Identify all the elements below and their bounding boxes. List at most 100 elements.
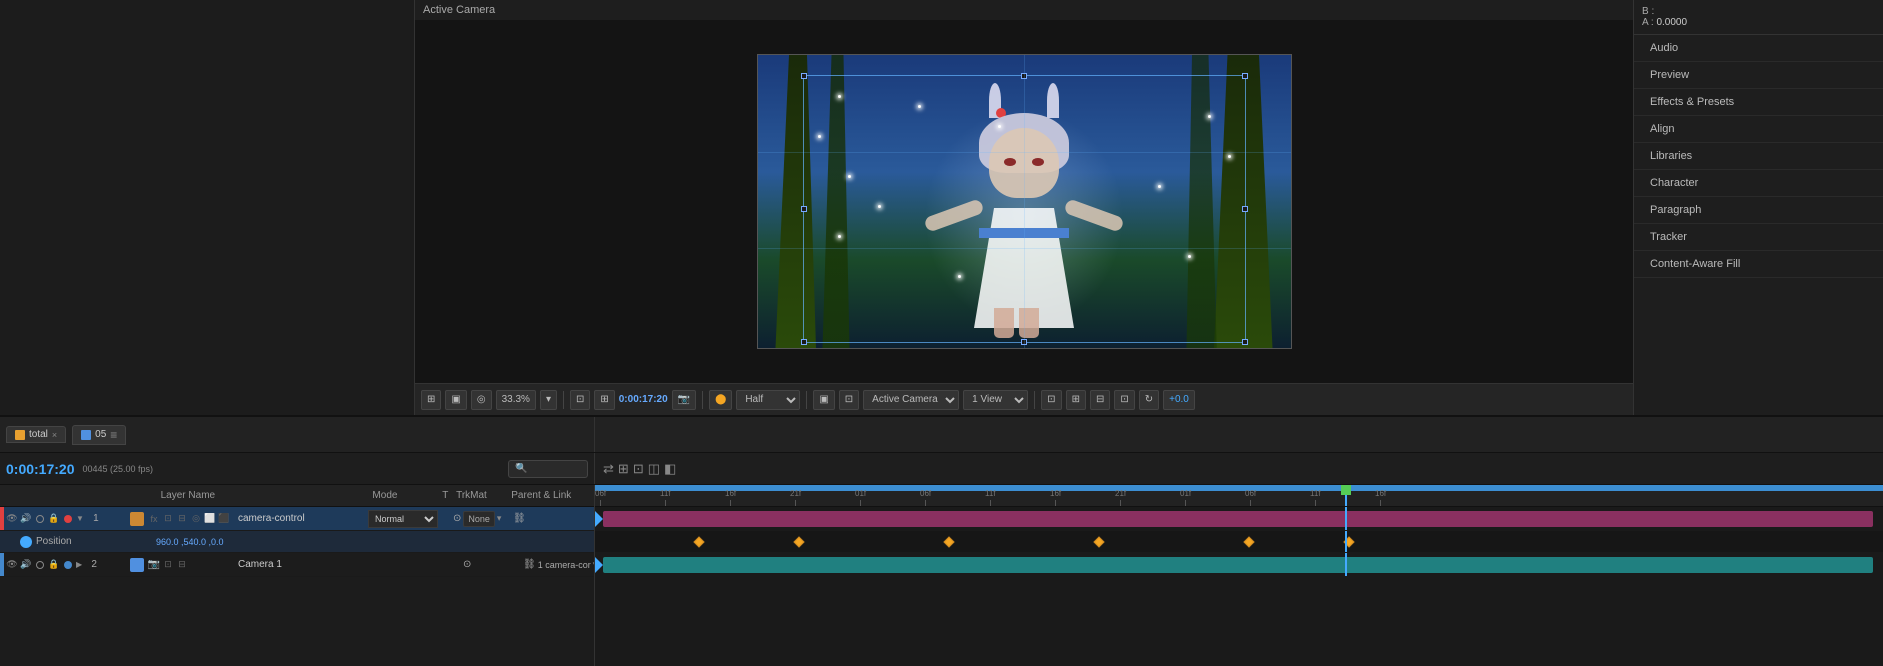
layer-lock-2[interactable]: 🔒 bbox=[48, 559, 60, 571]
divider-3 bbox=[806, 391, 807, 409]
switch-cache-1[interactable]: ⬛ bbox=[218, 513, 230, 525]
resolution-select[interactable]: Half Full Quarter bbox=[736, 390, 800, 410]
zoom-display[interactable]: 33.3% bbox=[496, 390, 536, 410]
layer-search[interactable] bbox=[508, 460, 588, 478]
layer-solo-1[interactable] bbox=[34, 513, 46, 525]
timeline-time[interactable]: 0:00:17:20 bbox=[6, 461, 75, 477]
tick-11f-3: 11f bbox=[1310, 489, 1321, 506]
right-menu-effects-presets[interactable]: Effects & Presets bbox=[1634, 89, 1883, 116]
safe-margins[interactable]: ⊞ bbox=[594, 390, 614, 410]
viewer-canvas bbox=[415, 20, 1633, 383]
track-bar-1[interactable] bbox=[603, 511, 1873, 527]
view-select[interactable]: 1 View 2 Views bbox=[963, 390, 1028, 410]
viewer-tool-1[interactable]: ⊞ bbox=[421, 390, 441, 410]
right-menu-character[interactable]: Character bbox=[1634, 170, 1883, 197]
track-row-1 bbox=[595, 507, 1883, 531]
layer-audio-1[interactable]: 🔊 bbox=[20, 513, 32, 525]
color-picker[interactable]: ⬤ bbox=[709, 390, 732, 410]
render-btn[interactable]: ◧ bbox=[662, 462, 678, 475]
layer-color-chip-1[interactable] bbox=[62, 513, 74, 525]
col-header-parent: Parent & Link bbox=[511, 490, 594, 501]
right-menu-align[interactable]: Align bbox=[1634, 116, 1883, 143]
none-badge-1[interactable]: None bbox=[463, 511, 495, 527]
right-menu-tracker[interactable]: Tracker bbox=[1634, 224, 1883, 251]
tick-11f-1: 11f bbox=[660, 489, 671, 506]
right-menu-audio[interactable]: Audio bbox=[1634, 35, 1883, 62]
layout-btn-1[interactable]: ⊡ bbox=[1041, 390, 1061, 410]
layer-expand-2[interactable]: ▶ bbox=[76, 560, 82, 569]
timeline-controls: 0:00:17:20 00445 (25.00 fps) ⇄ ⊞ ⊡ ◫ ◧ bbox=[0, 453, 1883, 485]
track-bar-2[interactable] bbox=[603, 557, 1873, 573]
layer-visibility-1[interactable]: 👁 bbox=[6, 513, 18, 525]
layer-row-2[interactable]: 👁 🔊 🔒 ▶ 2 📷 ⊡ ⊟ Camera 1 bbox=[0, 553, 594, 577]
left-marker-1 bbox=[595, 511, 603, 527]
layer-thumb-1 bbox=[130, 512, 144, 526]
tick-16f-3: 16f bbox=[1375, 489, 1386, 506]
switch-motion-1[interactable]: ◎ bbox=[190, 513, 202, 525]
switch-fx-1[interactable]: fx bbox=[148, 513, 160, 525]
chain-icon-2: ⛓ bbox=[523, 559, 536, 570]
divider-4 bbox=[1034, 391, 1035, 409]
comp-tab-area: total × 05 ≡ bbox=[0, 417, 595, 452]
layout-btn-3[interactable]: ⊟ bbox=[1090, 390, 1110, 410]
layer-mode-1[interactable]: Normal bbox=[368, 510, 438, 528]
tick-21f-2: 21f bbox=[1115, 489, 1126, 506]
switch-3d-1[interactable]: ⊟ bbox=[176, 513, 188, 525]
divider-1 bbox=[563, 391, 564, 409]
keyframe-diamond-1[interactable] bbox=[693, 536, 704, 547]
switch-adj-1[interactable]: ⬜ bbox=[204, 513, 216, 525]
playhead-track-1 bbox=[1345, 507, 1347, 530]
a-value: 0.0000 bbox=[1656, 17, 1687, 28]
trkmat-chevron-1[interactable]: ▾ bbox=[497, 513, 502, 524]
keyframe-diamond-4[interactable] bbox=[1093, 536, 1104, 547]
right-menu-paragraph[interactable]: Paragraph bbox=[1634, 197, 1883, 224]
switch-2a[interactable]: ⊡ bbox=[162, 559, 174, 571]
time-display[interactable]: 0:00:17:20 bbox=[619, 394, 668, 405]
camera-select[interactable]: Active Camera bbox=[863, 390, 959, 410]
composition-preview[interactable] bbox=[757, 54, 1292, 349]
layer-audio-2[interactable]: 🔊 bbox=[20, 559, 32, 571]
tick-21f-1: 21f bbox=[790, 489, 801, 506]
link-btn[interactable]: ⊡ bbox=[631, 462, 646, 475]
right-panel: B : A : 0.0000 Audio Preview Effects & P… bbox=[1633, 0, 1883, 415]
layout-btn-4[interactable]: ⊡ bbox=[1114, 390, 1134, 410]
region-btn[interactable]: ▣ bbox=[813, 390, 834, 410]
zoom-dropdown[interactable]: ▾ bbox=[540, 390, 557, 410]
layer-lock-1[interactable]: 🔒 bbox=[48, 513, 60, 525]
comp-tab-total[interactable]: total × bbox=[6, 426, 66, 443]
cam-parent-label: 1 camera-cor bbox=[538, 560, 591, 570]
comp-tab-05[interactable]: 05 ≡ bbox=[72, 425, 126, 445]
layer-row-1[interactable]: 👁 🔊 🔒 ▼ 1 fx ⊡ ⊟ ◎ bbox=[0, 507, 594, 531]
keyframe-diamond-2[interactable] bbox=[793, 536, 804, 547]
graph-btn[interactable]: ◫ bbox=[646, 462, 662, 475]
layer-solo-2[interactable] bbox=[34, 559, 46, 571]
switch-blend-1[interactable]: ⊡ bbox=[162, 513, 174, 525]
tl-left-controls: 0:00:17:20 00445 (25.00 fps) bbox=[0, 453, 595, 484]
transparency-btn[interactable]: ⊡ bbox=[839, 390, 859, 410]
timeline-tracks: 06f 11f 16f 21f 01f bbox=[595, 485, 1883, 666]
refresh-btn[interactable]: ↻ bbox=[1139, 390, 1159, 410]
right-menu-content-aware[interactable]: Content-Aware Fill bbox=[1634, 251, 1883, 278]
layers-col-header: Layer Name Mode T TrkMat Parent & Link bbox=[0, 485, 594, 507]
layer-expand-1[interactable]: ▼ bbox=[76, 514, 84, 523]
timeline-header: total × 05 ≡ bbox=[0, 417, 1883, 453]
camera-snap[interactable]: 📷 bbox=[672, 390, 696, 410]
work-area-bar bbox=[595, 485, 1883, 491]
comp-tab-close[interactable]: × bbox=[52, 430, 57, 440]
layer-visibility-2[interactable]: 👁 bbox=[6, 559, 18, 571]
right-menu-preview[interactable]: Preview bbox=[1634, 62, 1883, 89]
layer-color-chip-2[interactable] bbox=[62, 559, 74, 571]
keyframe-diamond-5[interactable] bbox=[1243, 536, 1254, 547]
track-row-2 bbox=[595, 553, 1883, 577]
ripple-btn[interactable]: ⇄ bbox=[601, 462, 616, 475]
right-menu-libraries[interactable]: Libraries bbox=[1634, 143, 1883, 170]
viewer-tool-2[interactable]: ▣ bbox=[445, 390, 466, 410]
hamburger-icon[interactable]: ≡ bbox=[110, 428, 117, 442]
viewer-tool-3[interactable]: ◎ bbox=[471, 390, 492, 410]
layout-btn-2[interactable]: ⊞ bbox=[1066, 390, 1086, 410]
spiral-icon-1: ⊙ bbox=[453, 513, 461, 524]
fit-btn[interactable]: ⊡ bbox=[570, 390, 590, 410]
switch-2b[interactable]: ⊟ bbox=[176, 559, 188, 571]
snap-btn[interactable]: ⊞ bbox=[616, 462, 631, 475]
keyframe-diamond-3[interactable] bbox=[943, 536, 954, 547]
